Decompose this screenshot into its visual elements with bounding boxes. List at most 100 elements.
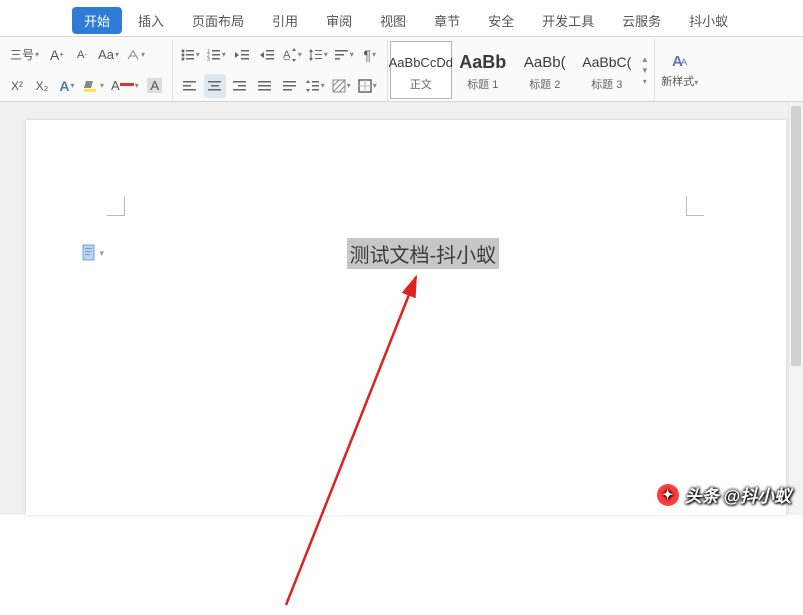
decrease-indent-icon bbox=[235, 49, 249, 61]
grow-font-icon: A+ bbox=[50, 47, 64, 63]
line-spacing-icon bbox=[306, 80, 320, 92]
text-direction-button[interactable]: A̲ bbox=[281, 43, 304, 67]
styles-gallery: AaBbCcDd 正文 AaBb 标题 1 AaBb( 标题 2 AaBbC( … bbox=[388, 39, 655, 101]
style-label: 标题 2 bbox=[529, 76, 560, 92]
tab-security[interactable]: 安全 bbox=[476, 7, 526, 34]
subscript-icon: X₂ bbox=[36, 79, 49, 93]
increase-indent-button[interactable] bbox=[256, 43, 278, 67]
annotation-arrow bbox=[276, 265, 456, 615]
font-color-button[interactable]: A bbox=[109, 74, 141, 98]
watermark: ✦ 头条 @抖小蚁 bbox=[657, 482, 791, 507]
highlight-icon bbox=[83, 79, 99, 93]
tab-dev-tools[interactable]: 开发工具 bbox=[530, 7, 606, 34]
align-center-button[interactable] bbox=[204, 74, 226, 98]
style-preview: AaBb bbox=[459, 48, 506, 76]
style-heading2[interactable]: AaBb( 标题 2 bbox=[514, 41, 576, 99]
char-shading-button[interactable]: A bbox=[144, 74, 166, 98]
font-effects-button[interactable]: A bbox=[56, 74, 78, 98]
align-distribute-button[interactable] bbox=[279, 74, 301, 98]
tab-insert[interactable]: 插入 bbox=[126, 7, 176, 34]
style-label: 标题 1 bbox=[467, 76, 498, 92]
style-preview: AaBbC( bbox=[582, 48, 631, 76]
document-area: 测试文档-抖小蚁 bbox=[0, 102, 803, 515]
new-style-icon: AA bbox=[670, 51, 690, 71]
svg-text:3: 3 bbox=[207, 57, 210, 61]
ribbon: 三号 A+ A- Aa X² X₂ A A A 123 A̲ ¶ bbox=[0, 36, 803, 102]
watermark-logo-icon: ✦ bbox=[657, 484, 679, 506]
decrease-indent-button[interactable] bbox=[231, 43, 253, 67]
style-heading3[interactable]: AaBbC( 标题 3 bbox=[576, 41, 638, 99]
line-spacing-menu-icon bbox=[309, 49, 323, 61]
margin-mark-right bbox=[686, 196, 704, 216]
align-left-icon bbox=[183, 80, 197, 92]
align-right-button[interactable] bbox=[229, 74, 251, 98]
tab-page-layout[interactable]: 页面布局 bbox=[180, 7, 256, 34]
highlight-button[interactable] bbox=[81, 74, 106, 98]
tab-view[interactable]: 视图 bbox=[368, 7, 418, 34]
align-justify-button[interactable] bbox=[254, 74, 276, 98]
align-justify-icon bbox=[258, 80, 272, 92]
font-size-combo[interactable]: 三号 bbox=[6, 43, 43, 67]
tab-sections[interactable]: 章节 bbox=[422, 7, 472, 34]
line-spacing-button[interactable] bbox=[304, 74, 327, 98]
shrink-font-button[interactable]: A- bbox=[71, 43, 93, 67]
new-style-label: 新样式▾ bbox=[661, 73, 698, 89]
style-label: 正文 bbox=[410, 76, 432, 92]
style-preview: AaBb( bbox=[524, 48, 566, 76]
grow-font-button[interactable]: A+ bbox=[46, 43, 68, 67]
document-icon bbox=[81, 244, 97, 262]
font-color-icon: A bbox=[111, 78, 134, 93]
style-label: 标题 3 bbox=[591, 76, 622, 92]
tab-start[interactable]: 开始 bbox=[72, 7, 122, 34]
superscript-button[interactable]: X² bbox=[6, 74, 28, 98]
font-effects-icon: A bbox=[59, 78, 69, 94]
watermark-text: 头条 @抖小蚁 bbox=[685, 482, 791, 507]
style-normal[interactable]: AaBbCcDd 正文 bbox=[390, 41, 452, 99]
tab-cloud[interactable]: 云服务 bbox=[610, 7, 673, 34]
font-group: 三号 A+ A- Aa X² X₂ A A A bbox=[0, 39, 173, 101]
vertical-scrollbar[interactable] bbox=[788, 102, 803, 515]
sort-button[interactable] bbox=[333, 43, 356, 67]
section-nav-button[interactable] bbox=[81, 244, 105, 262]
svg-text:A: A bbox=[681, 57, 687, 67]
change-case-button[interactable]: Aa bbox=[96, 43, 121, 67]
align-right-icon bbox=[233, 80, 247, 92]
tab-douxiaoyi[interactable]: 抖小蚁 bbox=[677, 7, 740, 34]
align-center-icon bbox=[208, 80, 222, 92]
sort-icon bbox=[335, 49, 349, 61]
tab-review[interactable]: 审阅 bbox=[314, 7, 364, 34]
subscript-button[interactable]: X₂ bbox=[31, 74, 53, 98]
styles-expand[interactable]: ▲ ▼ ▾ bbox=[638, 41, 652, 99]
text-direction-icon: A̲ bbox=[283, 48, 297, 62]
superscript-icon: X² bbox=[11, 79, 23, 93]
selected-text[interactable]: 测试文档-抖小蚁 bbox=[347, 238, 500, 269]
tab-references[interactable]: 引用 bbox=[260, 7, 310, 34]
borders-icon bbox=[358, 79, 372, 93]
bullets-icon bbox=[181, 49, 195, 61]
align-distribute-icon bbox=[283, 80, 297, 92]
menu-tabs: 开始 插入 页面布局 引用 审阅 视图 章节 安全 开发工具 云服务 抖小蚁 bbox=[0, 0, 803, 36]
char-shading-icon: A bbox=[147, 78, 162, 93]
clear-format-icon bbox=[126, 48, 140, 62]
numbering-button[interactable]: 123 bbox=[205, 43, 228, 67]
page[interactable]: 测试文档-抖小蚁 bbox=[26, 120, 786, 515]
style-preview: AaBbCcDd bbox=[389, 48, 453, 76]
style-heading1[interactable]: AaBb 标题 1 bbox=[452, 41, 514, 99]
bullets-button[interactable] bbox=[179, 43, 202, 67]
new-style-button[interactable]: AA 新样式▾ bbox=[655, 39, 705, 101]
shading-icon bbox=[332, 79, 346, 93]
align-left-button[interactable] bbox=[179, 74, 201, 98]
increase-indent-icon bbox=[260, 49, 274, 61]
clear-format-button[interactable] bbox=[124, 43, 147, 67]
line-spacing-menu[interactable] bbox=[307, 43, 330, 67]
scrollbar-thumb[interactable] bbox=[791, 106, 801, 366]
paragraph-group: 123 A̲ ¶ bbox=[173, 39, 388, 101]
show-marks-button[interactable]: ¶ bbox=[359, 43, 381, 67]
svg-text:A̲: A̲ bbox=[283, 49, 291, 61]
show-marks-icon: ¶ bbox=[364, 47, 372, 63]
margin-mark-left bbox=[107, 196, 125, 216]
numbering-icon: 123 bbox=[207, 49, 221, 61]
change-case-icon: Aa bbox=[98, 47, 114, 62]
shading-button[interactable] bbox=[330, 74, 353, 98]
borders-button[interactable] bbox=[356, 74, 379, 98]
